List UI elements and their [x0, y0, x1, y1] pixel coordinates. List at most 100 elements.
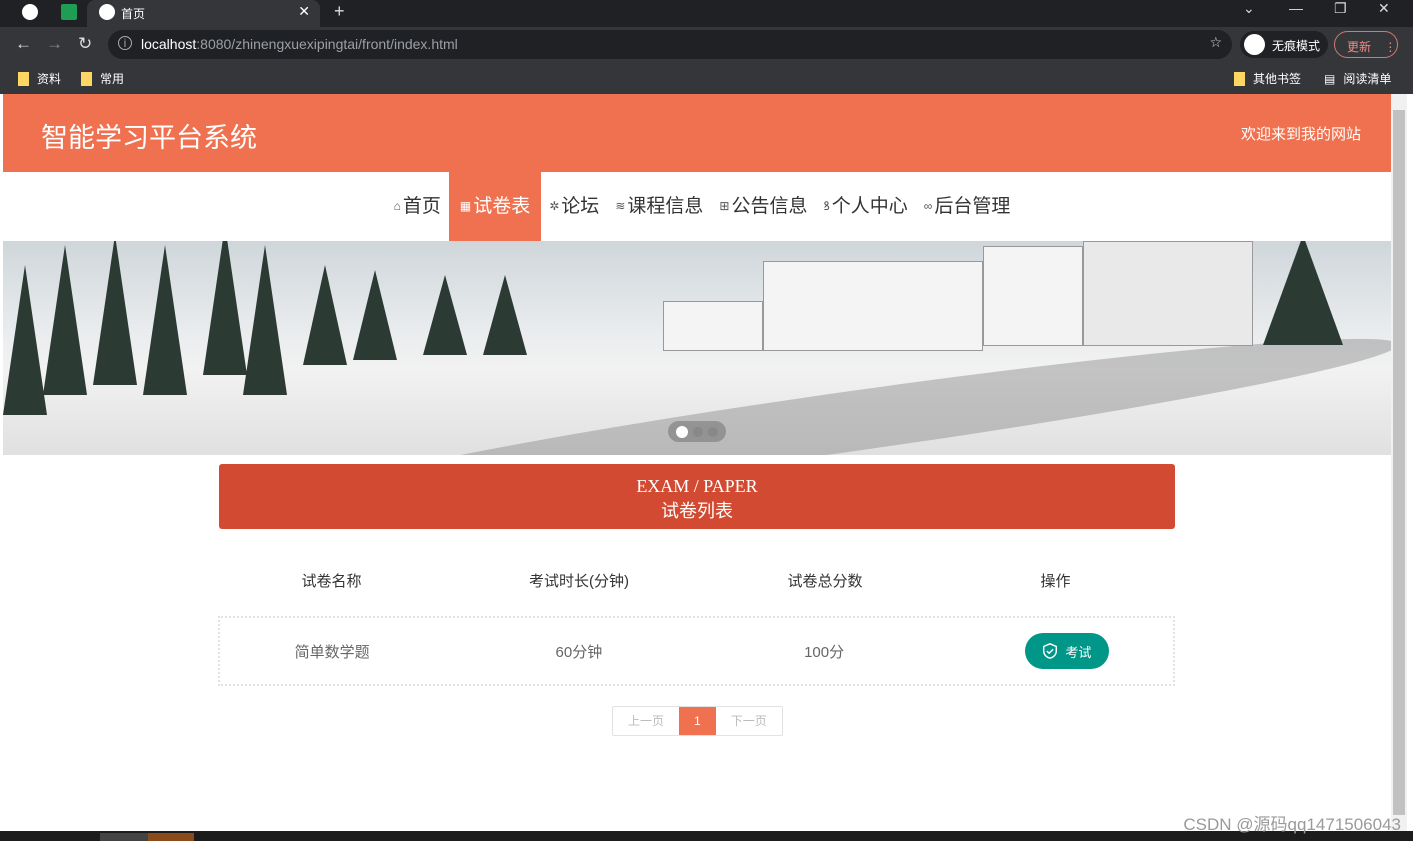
- info-icon[interactable]: i: [118, 36, 132, 50]
- exam-button[interactable]: 考试: [1025, 633, 1110, 669]
- nav-item-label: 公告信息: [731, 196, 808, 217]
- watermark: CSDN @源码qq1471506043: [1183, 815, 1401, 834]
- reading-list-icon: ▤: [1324, 71, 1336, 86]
- tree: [483, 275, 527, 355]
- header-action: 操作: [1040, 573, 1071, 590]
- nav-item-0[interactable]: ⌂ 首页: [386, 172, 449, 241]
- back-button[interactable]: ←: [15, 34, 32, 54]
- bookmark-star-icon[interactable]: ☆: [1209, 34, 1222, 51]
- browser-tab-bar: 首页 ✕ + ⌄ — ❐ ✕: [0, 0, 1413, 27]
- building: [663, 301, 763, 351]
- pagination: 上一页 1 下一页: [612, 706, 783, 736]
- update-label: 更新: [1347, 40, 1372, 54]
- scrollbar-thumb[interactable]: [1393, 110, 1405, 815]
- folder-icon: [81, 71, 92, 86]
- section-title-en: EXAM / PAPER: [636, 476, 758, 496]
- page-1-button[interactable]: 1: [679, 707, 716, 735]
- url-path: :8080/zhinengxuexipingtai/front/index.ht…: [196, 36, 458, 52]
- bookmark-label: 资料: [37, 72, 62, 86]
- nav-item-label: 后台管理: [934, 196, 1011, 217]
- carousel-dot[interactable]: [708, 426, 718, 437]
- table-row: 简单数学题 60分钟 100分 考试: [218, 616, 1175, 686]
- banner-carousel[interactable]: [3, 241, 1391, 455]
- tree: [143, 245, 187, 395]
- folder-icon: [18, 71, 29, 86]
- paper-name: 简单数学题: [294, 643, 370, 661]
- section-title-zh: 试卷列表: [661, 501, 733, 521]
- header-name: 试卷名称: [301, 573, 362, 590]
- layers-icon: ≋: [615, 199, 626, 213]
- restore-button[interactable]: ❐: [1334, 0, 1347, 17]
- browser-toolbar: ← → ↻ i localhost:8080/zhinengxuexipingt…: [0, 27, 1413, 63]
- nav-item-6[interactable]: ∞ 后台管理: [916, 172, 1019, 241]
- bookmark-folder[interactable]: 常用: [81, 70, 124, 87]
- bookmark-label: 常用: [100, 72, 125, 86]
- user-icon: ꝸ: [823, 199, 830, 213]
- carousel-indicator: [668, 421, 726, 442]
- url-host: localhost: [141, 36, 197, 52]
- home-icon: ⌂: [393, 199, 401, 213]
- link-icon: ∞: [923, 199, 933, 213]
- paper-duration: 60分钟: [555, 643, 603, 661]
- bookmark-folder[interactable]: 资料: [18, 70, 61, 87]
- tab-search-icon[interactable]: ⌄: [1243, 0, 1255, 17]
- tree: [423, 275, 467, 355]
- section-title-bar: EXAM / PAPER 试卷列表: [219, 464, 1175, 529]
- reload-button[interactable]: ↻: [78, 34, 92, 54]
- tree: [243, 245, 287, 395]
- update-button[interactable]: 更新 ⋮: [1334, 31, 1398, 58]
- nav-item-label: 个人中心: [831, 196, 908, 217]
- close-window-button[interactable]: ✕: [1378, 0, 1390, 17]
- more-icon[interactable]: ⋮: [1384, 40, 1396, 54]
- new-tab-button[interactable]: +: [334, 1, 345, 22]
- building: [763, 261, 983, 351]
- header-duration: 考试时长(分钟): [529, 573, 629, 590]
- nav-item-5[interactable]: ꝸ 个人中心: [815, 172, 915, 241]
- taskbar-item[interactable]: [100, 833, 148, 841]
- main-nav: ⌂ 首页 ▦ 试卷表 ✲ 论坛 ≋ 课程信息 ⊞ 公告信息 ꝸ 个人中心 ∞ 后台管理: [3, 172, 1391, 241]
- building: [983, 246, 1083, 346]
- tree: [203, 241, 247, 375]
- other-bookmarks[interactable]: 其他书签: [1234, 70, 1301, 87]
- carousel-dot[interactable]: [676, 425, 688, 438]
- reading-list[interactable]: ▤ 阅读清单: [1324, 70, 1391, 87]
- prev-page-button[interactable]: 上一页: [613, 707, 679, 735]
- nav-item-1[interactable]: ▦ 试卷表: [448, 172, 542, 241]
- nav-item-label: 首页: [402, 196, 441, 217]
- browser-tab[interactable]: 首页 ✕: [87, 0, 320, 27]
- other-bookmarks-label: 其他书签: [1253, 72, 1302, 86]
- carousel-dot[interactable]: [693, 426, 703, 437]
- nav-item-4[interactable]: ⊞ 公告信息: [711, 172, 815, 241]
- tree: [303, 265, 347, 365]
- nav-item-3[interactable]: ≋ 课程信息: [607, 172, 711, 241]
- nav-item-2[interactable]: ✲ 论坛: [541, 172, 607, 241]
- bookmarks-bar: 资料 常用 其他书签 ▤ 阅读清单: [0, 63, 1413, 94]
- folder-icon: [1234, 71, 1245, 86]
- incognito-badge[interactable]: 无痕模式: [1240, 31, 1328, 58]
- tree: [43, 245, 87, 395]
- header-score: 试卷总分数: [787, 573, 863, 590]
- table-header: 试卷名称 考试时长(分钟) 试卷总分数 操作: [219, 570, 1175, 591]
- minimize-button[interactable]: —: [1289, 0, 1303, 16]
- tree: [3, 265, 47, 415]
- forum-icon: ✲: [549, 199, 560, 213]
- gift-icon: ⊞: [719, 199, 730, 213]
- tree: [1263, 241, 1343, 345]
- sheets-icon[interactable]: [61, 4, 77, 20]
- forward-button[interactable]: →: [46, 34, 63, 54]
- nav-item-label: 论坛: [561, 196, 600, 217]
- nav-item-label: 试卷表: [473, 196, 531, 217]
- close-tab-icon[interactable]: ✕: [298, 3, 310, 20]
- next-page-button[interactable]: 下一页: [716, 707, 782, 735]
- paper-score: 100分: [804, 643, 845, 661]
- tab-title: 首页: [121, 7, 146, 21]
- address-bar[interactable]: i localhost:8080/zhinengxuexipingtai/fro…: [108, 30, 1232, 59]
- taskbar-item[interactable]: [148, 833, 194, 841]
- welcome-text: 欢迎来到我的网站: [1240, 126, 1361, 143]
- tree: [93, 241, 137, 385]
- incognito-icon: [1244, 34, 1265, 55]
- site-title: 智能学习平台系统: [41, 123, 257, 153]
- reading-list-label: 阅读清单: [1343, 72, 1392, 86]
- globe-icon: [99, 4, 115, 20]
- globe-icon[interactable]: [22, 4, 38, 20]
